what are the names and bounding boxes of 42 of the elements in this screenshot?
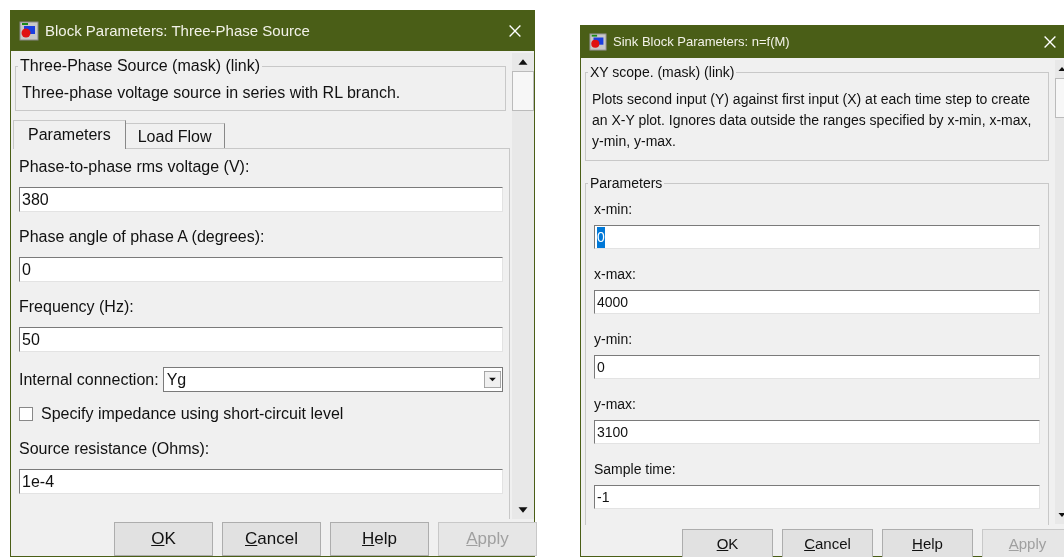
field-label: Sample time: <box>594 460 677 478</box>
input-field[interactable]: 4000 <box>594 290 1040 314</box>
window-title: Block Parameters: Three-Phase Source <box>45 20 311 41</box>
dialog-button[interactable]: Cancel <box>222 522 321 556</box>
group-title: Three-Phase Source (mask) (link) <box>19 56 262 76</box>
field-label: x-max: <box>594 265 637 283</box>
input-field[interactable]: 380 <box>19 187 503 212</box>
input-field[interactable]: 0 <box>594 225 1040 249</box>
scroll-thumb[interactable] <box>512 71 534 111</box>
app-icon <box>589 33 607 51</box>
tab[interactable]: Load Flow <box>125 123 225 149</box>
scrollbar[interactable] <box>512 53 534 519</box>
input-field[interactable]: 50 <box>19 327 503 352</box>
dialog-button[interactable]: OK <box>682 529 773 557</box>
group-title: XY scope. (mask) (link) <box>589 63 736 82</box>
checkbox-label: Specify impedance using short-circuit level <box>41 404 344 424</box>
tab[interactable]: Parameters <box>13 120 126 149</box>
input-field[interactable]: 3100 <box>594 420 1040 444</box>
input-field[interactable]: 1e-4 <box>19 469 503 494</box>
dropdown-caret-icon[interactable] <box>484 369 501 390</box>
window-title: Sink Block Parameters: n=f(M) <box>613 33 791 52</box>
field-label: Frequency (Hz): <box>19 297 135 317</box>
field-label: Phase angle of phase A (degrees): <box>19 227 266 247</box>
dropdown[interactable]: Yg <box>162 367 503 392</box>
checkbox[interactable] <box>19 407 33 421</box>
field-label: Source resistance (Ohms): <box>19 439 211 459</box>
input-field[interactable]: 0 <box>594 355 1040 379</box>
input-field[interactable]: -1 <box>594 485 1040 509</box>
field-label: y-min: <box>594 330 634 348</box>
description-text: Three-phase voltage source in series with RL branch. <box>22 83 402 103</box>
app-icon <box>19 21 39 41</box>
dialog-button[interactable]: OK <box>114 522 213 556</box>
field-label: x-min: <box>594 200 634 218</box>
field-label: Phase-to-phase rms voltage (V): <box>19 157 251 177</box>
input-field[interactable]: 0 <box>19 257 503 282</box>
description-text: Plots second input (Y) against first input (X) at each time step to create an X-Y plot. Ignores data outside the ranges specified by x-min, x-max, y-min, y-max. <box>592 90 1033 151</box>
field-label: y-max: <box>594 395 637 413</box>
field-label: Internal connection: <box>19 369 159 390</box>
dialog-button[interactable]: Cancel <box>782 529 873 557</box>
dialog-button[interactable]: Help <box>330 522 429 556</box>
dialog-button[interactable]: Help <box>882 529 973 557</box>
group-title: Parameters <box>589 174 664 193</box>
